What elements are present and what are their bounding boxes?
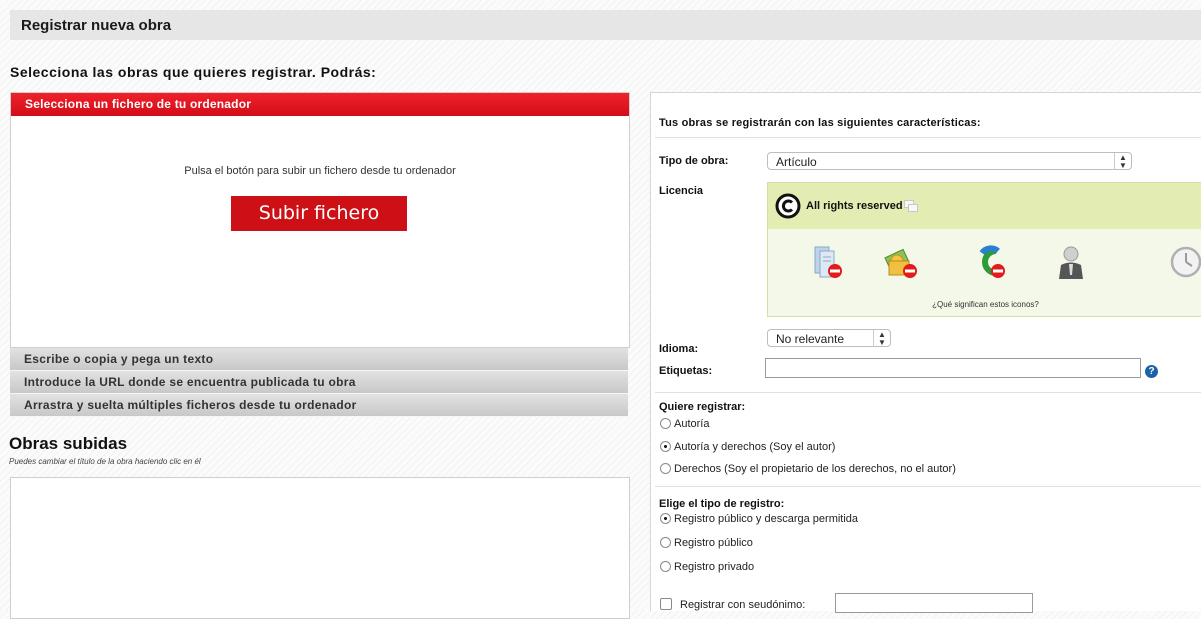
select-arrows-icon: ▲ ▼ [873, 330, 890, 347]
person-icon [1059, 246, 1083, 279]
copyright-icon [775, 193, 801, 219]
upload-instruction: Pulsa el botón para subir un fichero des… [184, 165, 456, 177]
radio-label: Autoría y derechos (Soy el autor) [674, 441, 836, 453]
document-no-icon [814, 246, 842, 278]
license-box: All rights reserved ¿Qué significan esto… [767, 182, 1201, 317]
language-select[interactable]: No relevante ▲ ▼ [767, 329, 891, 347]
uploaded-works-hint: Puedes cambiar el título de la obra haci… [9, 457, 201, 466]
radio-label: Derechos (Soy el propietario de los dere… [674, 463, 956, 475]
copy-icon[interactable] [904, 200, 918, 212]
money-no-icon [884, 248, 917, 278]
registry-type-label: Elige el tipo de registro: [659, 498, 785, 510]
pseudonym-label: Registrar con seudónimo: [680, 599, 806, 611]
help-icon[interactable]: ? [1145, 365, 1158, 378]
radio-button[interactable] [660, 440, 671, 452]
license-header: All rights reserved [768, 183, 1201, 229]
settings-heading: Tus obras se registrarán con las siguien… [659, 117, 981, 129]
language-value: No relevante [776, 332, 845, 346]
work-type-label: Tipo de obra: [659, 155, 729, 167]
radio-rights[interactable]: Derechos (Soy el propietario de los dere… [660, 462, 956, 476]
radio-authorship-rights[interactable]: Autoría y derechos (Soy el autor) [660, 440, 835, 454]
page-subtitle: Selecciona las obras que quieres registr… [10, 64, 377, 80]
modify-no-icon [979, 245, 1005, 278]
upload-box: Selecciona un fichero de tu ordenador Pu… [10, 92, 630, 348]
work-type-select[interactable]: Artículo ▲ ▼ [767, 152, 1132, 170]
tags-label: Etiquetas: [659, 365, 713, 377]
radio-button[interactable] [660, 462, 671, 474]
clock-icon [1170, 246, 1201, 278]
header-bar: Registrar nueva obra [10, 10, 1201, 40]
tab-upload-file[interactable]: Selecciona un fichero de tu ordenador [11, 93, 629, 116]
radio-button[interactable] [660, 512, 671, 524]
radio-private[interactable]: Registro privado [660, 560, 754, 574]
radio-public-download[interactable]: Registro público y descarga permitida [660, 512, 858, 526]
radio-label: Registro privado [674, 561, 755, 573]
radio-label: Registro público [674, 537, 753, 549]
upload-panel: Selecciona un fichero de tu ordenador Pu… [10, 92, 630, 417]
tab-enter-url[interactable]: Introduce la URL donde se encuentra publ… [10, 371, 628, 394]
upload-file-button[interactable]: Subir fichero [231, 196, 407, 231]
work-type-value: Artículo [776, 155, 817, 169]
settings-panel: Tus obras se registrarán con las siguien… [650, 92, 1201, 613]
pseudonym-checkbox[interactable] [660, 598, 672, 611]
language-label: Idioma: [659, 343, 699, 355]
radio-authorship[interactable]: Autoría [660, 417, 709, 431]
license-name: All rights reserved [806, 200, 903, 212]
radio-public[interactable]: Registro público [660, 536, 753, 550]
divider [655, 137, 1201, 138]
divider [655, 486, 1201, 487]
uploaded-works-list [10, 477, 630, 619]
radio-label: Registro público y descarga permitida [674, 513, 859, 525]
uploaded-works-title: Obras subidas [9, 434, 128, 453]
radio-button[interactable] [660, 560, 671, 572]
radio-button[interactable] [660, 417, 671, 429]
icons-meaning-link[interactable]: ¿Qué significan estos iconos? [768, 300, 1201, 309]
divider [655, 392, 1201, 393]
select-arrows-icon: ▲ ▼ [1114, 153, 1131, 170]
tab-drag-drop[interactable]: Arrastra y suelta múltiples ficheros des… [10, 394, 628, 417]
pseudonym-input[interactable] [835, 593, 1033, 613]
license-label: Licencia [659, 185, 704, 197]
radio-label: Autoría [674, 418, 710, 430]
tags-input[interactable] [765, 358, 1141, 378]
page-title: Registrar nueva obra [21, 17, 172, 34]
radio-button[interactable] [660, 536, 671, 548]
register-label: Quiere registrar: [659, 401, 746, 413]
tab-paste-text[interactable]: Escribe o copia y pega un texto [10, 348, 628, 371]
